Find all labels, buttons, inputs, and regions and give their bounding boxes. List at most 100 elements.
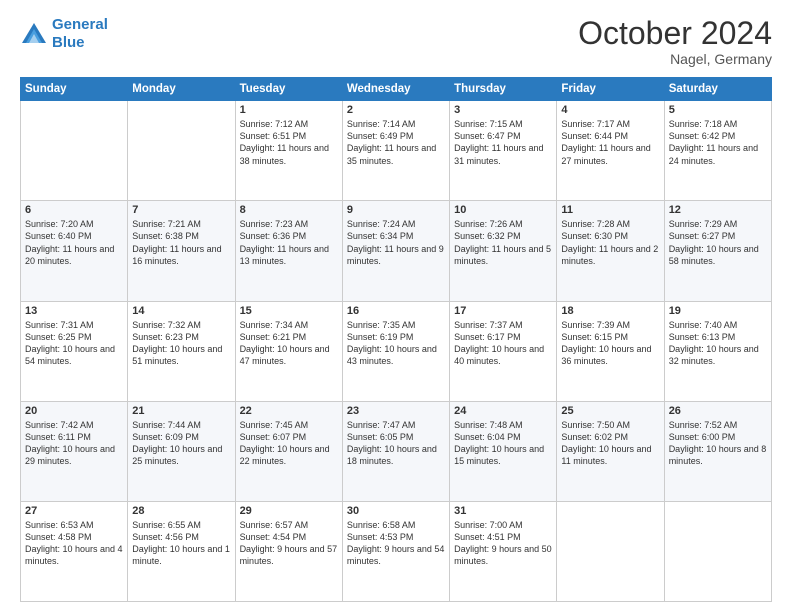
day-info: Sunrise: 7:32 AM Sunset: 6:23 PM Dayligh… [132, 319, 230, 368]
calendar-cell: 1 Sunrise: 7:12 AM Sunset: 6:51 PM Daylig… [235, 101, 342, 201]
day-number: 4 [561, 104, 659, 116]
day-info: Sunrise: 7:21 AM Sunset: 6:38 PM Dayligh… [132, 218, 230, 267]
day-number: 13 [25, 305, 123, 317]
day-info: Sunrise: 7:18 AM Sunset: 6:42 PM Dayligh… [669, 118, 767, 167]
day-number: 2 [347, 104, 445, 116]
calendar-week-row: 20 Sunrise: 7:42 AM Sunset: 6:11 PM Dayli… [21, 401, 772, 501]
calendar-week-row: 13 Sunrise: 7:31 AM Sunset: 6:25 PM Dayli… [21, 301, 772, 401]
day-info: Sunrise: 7:42 AM Sunset: 6:11 PM Dayligh… [25, 419, 123, 468]
day-number: 7 [132, 204, 230, 216]
day-info: Sunrise: 6:57 AM Sunset: 4:54 PM Dayligh… [240, 519, 338, 568]
calendar-cell: 15 Sunrise: 7:34 AM Sunset: 6:21 PM Dayli… [235, 301, 342, 401]
day-info: Sunrise: 7:50 AM Sunset: 6:02 PM Dayligh… [561, 419, 659, 468]
calendar-cell: 27 Sunrise: 6:53 AM Sunset: 4:58 PM Dayli… [21, 501, 128, 601]
calendar-cell [128, 101, 235, 201]
day-info: Sunrise: 6:55 AM Sunset: 4:56 PM Dayligh… [132, 519, 230, 568]
day-info: Sunrise: 7:23 AM Sunset: 6:36 PM Dayligh… [240, 218, 338, 267]
col-header-sunday: Sunday [21, 78, 128, 101]
day-number: 16 [347, 305, 445, 317]
calendar-cell: 16Sunrise: 7:35 AM Sunset: 6:19 PM Dayli… [342, 301, 449, 401]
location: Nagel, Germany [578, 51, 772, 67]
day-number: 12 [669, 204, 767, 216]
calendar-week-row: 1 Sunrise: 7:12 AM Sunset: 6:51 PM Daylig… [21, 101, 772, 201]
calendar-cell: 17 Sunrise: 7:37 AM Sunset: 6:17 PM Dayli… [450, 301, 557, 401]
calendar-cell: 11 Sunrise: 7:28 AM Sunset: 6:30 PM Dayli… [557, 201, 664, 301]
day-info: Sunrise: 7:47 AM Sunset: 6:05 PM Dayligh… [347, 419, 445, 468]
day-info: Sunrise: 7:12 AM Sunset: 6:51 PM Dayligh… [240, 118, 338, 167]
calendar-cell: 12 Sunrise: 7:29 AM Sunset: 6:27 PM Dayli… [664, 201, 771, 301]
day-info: Sunrise: 7:48 AM Sunset: 6:04 PM Dayligh… [454, 419, 552, 468]
calendar-cell: 30 Sunrise: 6:58 AM Sunset: 4:53 PM Dayli… [342, 501, 449, 601]
day-info: Sunrise: 7:17 AM Sunset: 6:44 PM Dayligh… [561, 118, 659, 167]
day-number: 29 [240, 505, 338, 517]
day-info: Sunrise: 7:26 AM Sunset: 6:32 PM Dayligh… [454, 218, 552, 267]
day-number: 14 [132, 305, 230, 317]
day-info: Sunrise: 7:29 AM Sunset: 6:27 PM Dayligh… [669, 218, 767, 267]
day-info: Sunrise: 7:20 AM Sunset: 6:40 PM Dayligh… [25, 218, 123, 267]
calendar-cell: 21Sunrise: 7:44 AM Sunset: 6:09 PM Dayli… [128, 401, 235, 501]
calendar-table: SundayMondayTuesdayWednesdayThursdayFrid… [20, 77, 772, 602]
day-number: 17 [454, 305, 552, 317]
day-number: 25 [561, 405, 659, 417]
day-number: 28 [132, 505, 230, 517]
logo-text: General Blue [52, 16, 108, 52]
calendar-cell: 13 Sunrise: 7:31 AM Sunset: 6:25 PM Dayli… [21, 301, 128, 401]
logo: General Blue [20, 16, 108, 52]
calendar-cell: 23 Sunrise: 7:47 AM Sunset: 6:05 PM Dayli… [342, 401, 449, 501]
col-header-wednesday: Wednesday [342, 78, 449, 101]
day-info: Sunrise: 7:37 AM Sunset: 6:17 PM Dayligh… [454, 319, 552, 368]
day-number: 30 [347, 505, 445, 517]
col-header-tuesday: Tuesday [235, 78, 342, 101]
calendar-cell: 4 Sunrise: 7:17 AM Sunset: 6:44 PM Daylig… [557, 101, 664, 201]
day-number: 1 [240, 104, 338, 116]
day-number: 5 [669, 104, 767, 116]
day-number: 20 [25, 405, 123, 417]
day-number: 15 [240, 305, 338, 317]
day-info: Sunrise: 7:40 AM Sunset: 6:13 PM Dayligh… [669, 319, 767, 368]
day-info: Sunrise: 7:31 AM Sunset: 6:25 PM Dayligh… [25, 319, 123, 368]
col-header-monday: Monday [128, 78, 235, 101]
day-number: 22 [240, 405, 338, 417]
day-info: Sunrise: 7:24 AM Sunset: 6:34 PM Dayligh… [347, 218, 445, 267]
calendar-cell: 26 Sunrise: 7:52 AM Sunset: 6:00 PM Dayli… [664, 401, 771, 501]
day-info: Sunrise: 7:45 AM Sunset: 6:07 PM Dayligh… [240, 419, 338, 468]
calendar-cell: 14 Sunrise: 7:32 AM Sunset: 6:23 PM Dayli… [128, 301, 235, 401]
day-info: Sunrise: 7:28 AM Sunset: 6:30 PM Dayligh… [561, 218, 659, 267]
calendar-cell: 25 Sunrise: 7:50 AM Sunset: 6:02 PM Dayli… [557, 401, 664, 501]
day-info: Sunrise: 7:34 AM Sunset: 6:21 PM Dayligh… [240, 319, 338, 368]
day-number: 26 [669, 405, 767, 417]
day-number: 3 [454, 104, 552, 116]
calendar-cell: 20 Sunrise: 7:42 AM Sunset: 6:11 PM Dayli… [21, 401, 128, 501]
calendar-cell [557, 501, 664, 601]
day-number: 24 [454, 405, 552, 417]
day-number: 23 [347, 405, 445, 417]
calendar-cell: 10 Sunrise: 7:26 AM Sunset: 6:32 PM Dayli… [450, 201, 557, 301]
day-number: 10 [454, 204, 552, 216]
day-info: Sunrise: 6:58 AM Sunset: 4:53 PM Dayligh… [347, 519, 445, 568]
col-header-thursday: Thursday [450, 78, 557, 101]
day-number: 11 [561, 204, 659, 216]
calendar-cell: 7 Sunrise: 7:21 AM Sunset: 6:38 PM Daylig… [128, 201, 235, 301]
calendar-cell: 28 Sunrise: 6:55 AM Sunset: 4:56 PM Dayli… [128, 501, 235, 601]
day-info: Sunrise: 7:15 AM Sunset: 6:47 PM Dayligh… [454, 118, 552, 167]
page: General Blue October 2024 Nagel, Germany… [0, 0, 792, 612]
calendar-cell: 8 Sunrise: 7:23 AM Sunset: 6:36 PM Daylig… [235, 201, 342, 301]
calendar-cell: 9Sunrise: 7:24 AM Sunset: 6:34 PM Daylig… [342, 201, 449, 301]
day-number: 27 [25, 505, 123, 517]
calendar-cell: 2Sunrise: 7:14 AM Sunset: 6:49 PM Daylig… [342, 101, 449, 201]
col-header-friday: Friday [557, 78, 664, 101]
logo-icon [20, 21, 48, 49]
day-info: Sunrise: 7:52 AM Sunset: 6:00 PM Dayligh… [669, 419, 767, 468]
day-number: 8 [240, 204, 338, 216]
calendar-week-row: 27 Sunrise: 6:53 AM Sunset: 4:58 PM Dayli… [21, 501, 772, 601]
calendar-cell [21, 101, 128, 201]
day-number: 6 [25, 204, 123, 216]
calendar-cell: 19Sunrise: 7:40 AM Sunset: 6:13 PM Dayli… [664, 301, 771, 401]
calendar-cell: 6 Sunrise: 7:20 AM Sunset: 6:40 PM Daylig… [21, 201, 128, 301]
day-number: 31 [454, 505, 552, 517]
calendar-cell: 5 Sunrise: 7:18 AM Sunset: 6:42 PM Daylig… [664, 101, 771, 201]
day-info: Sunrise: 6:53 AM Sunset: 4:58 PM Dayligh… [25, 519, 123, 568]
day-info: Sunrise: 7:44 AM Sunset: 6:09 PM Dayligh… [132, 419, 230, 468]
calendar-header-row: SundayMondayTuesdayWednesdayThursdayFrid… [21, 78, 772, 101]
calendar-cell: 29 Sunrise: 6:57 AM Sunset: 4:54 PM Dayli… [235, 501, 342, 601]
